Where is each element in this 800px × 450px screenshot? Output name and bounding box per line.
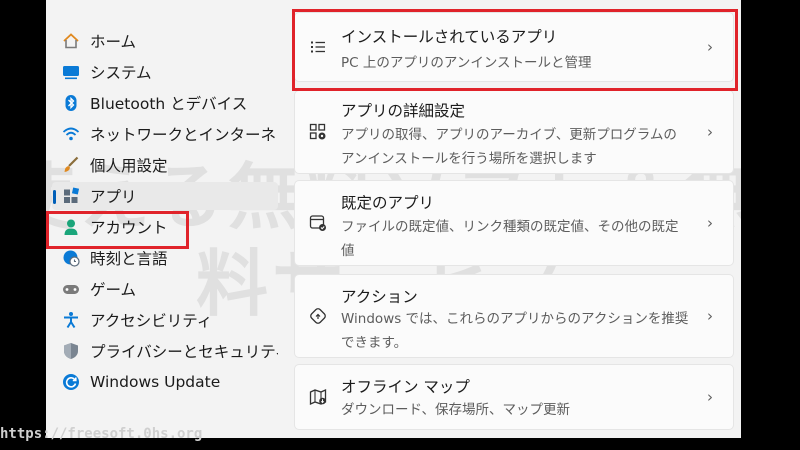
sidebar-item-label: アクセシビリティ — [90, 312, 213, 330]
card-title: オフライン マップ — [341, 378, 470, 396]
sidebar-item-label: Windows Update — [90, 373, 221, 391]
sidebar-item-label: アプリ — [90, 188, 137, 206]
sidebar-item-gaming[interactable]: ゲーム — [52, 275, 278, 303]
card-offline-maps[interactable]: オフライン マップ ダウンロード、保存場所、マップ更新 › — [294, 364, 734, 430]
action-icon — [309, 307, 327, 325]
sidebar-item-bluetooth[interactable]: Bluetooth とデバイス — [52, 89, 278, 117]
card-description: ダウンロード、保存場所、マップ更新 — [341, 402, 570, 418]
card-description: Windows では、これらのアプリからのアクションを推奨できます。 — [341, 311, 689, 351]
home-icon — [62, 32, 80, 50]
sidebar-item-label: ホーム — [90, 33, 137, 51]
card-title: アクション — [341, 288, 418, 306]
chevron-right-icon: › — [707, 214, 713, 232]
watermark-url: https://freesoft.0hs.org — [0, 426, 203, 442]
map-icon — [309, 388, 327, 406]
app-settings-icon — [309, 123, 327, 141]
sidebar-item-accessibility[interactable]: アクセシビリティ — [52, 306, 278, 334]
card-advanced-app-settings[interactable]: アプリの詳細設定 アプリの取得、アプリのアーカイブ、更新プログラムのアンインスト… — [294, 90, 734, 174]
gamepad-icon — [62, 280, 80, 298]
sidebar-item-label: 時刻と言語 — [90, 250, 168, 268]
shield-icon — [62, 342, 80, 360]
selection-indicator — [53, 190, 56, 204]
system-icon — [62, 63, 80, 81]
sidebar-item-label: 個人用設定 — [90, 157, 168, 175]
sidebar-item-label: プライバシーとセキュリティ — [90, 343, 278, 361]
sidebar-item-privacy[interactable]: プライバシーとセキュリティ — [52, 337, 278, 365]
sidebar-item-apps[interactable]: アプリ — [52, 182, 278, 210]
card-actions[interactable]: アクション Windows では、これらのアプリからのアクションを推奨できます。… — [294, 274, 734, 358]
card-description: ファイルの既定値、リンク種類の既定値、その他の既定値 — [341, 219, 679, 259]
chevron-right-icon: › — [707, 123, 713, 141]
sidebar-item-windows-update[interactable]: Windows Update — [52, 368, 278, 396]
highlight-frame-installed-apps — [292, 9, 738, 91]
sidebar-item-system[interactable]: システム — [52, 58, 278, 86]
wifi-icon — [62, 125, 80, 143]
card-title: 既定のアプリ — [341, 194, 435, 212]
sidebar-item-home[interactable]: ホーム — [52, 27, 278, 55]
sidebar-item-label: ゲーム — [90, 281, 137, 299]
update-icon — [62, 373, 80, 391]
default-apps-icon — [309, 214, 327, 232]
highlight-frame-accounts — [46, 211, 189, 249]
apps-icon — [62, 187, 80, 205]
card-description: アプリの取得、アプリのアーカイブ、更新プログラムのアンインストールを行う場所を選… — [341, 127, 677, 167]
sidebar-item-personalization[interactable]: 個人用設定 — [52, 151, 278, 179]
sidebar-item-label: ネットワークとインターネッ — [90, 126, 278, 144]
chevron-right-icon: › — [707, 307, 713, 325]
sidebar-item-label: Bluetooth とデバイス — [90, 95, 248, 113]
bluetooth-icon — [62, 94, 80, 112]
accessibility-icon — [62, 311, 80, 329]
sidebar-item-network[interactable]: ネットワークとインターネッ — [52, 120, 278, 148]
globe-clock-icon — [62, 249, 80, 267]
card-title: アプリの詳細設定 — [341, 102, 466, 120]
brush-icon — [62, 156, 80, 174]
settings-window: 使える無料ソフト＆無 料サービス ホーム システム Bluetooth とデバイ… — [46, 0, 741, 438]
chevron-right-icon: › — [707, 388, 713, 406]
sidebar-item-label: システム — [90, 64, 152, 82]
card-default-apps[interactable]: 既定のアプリ ファイルの既定値、リンク種類の既定値、その他の既定値 › — [294, 180, 734, 266]
